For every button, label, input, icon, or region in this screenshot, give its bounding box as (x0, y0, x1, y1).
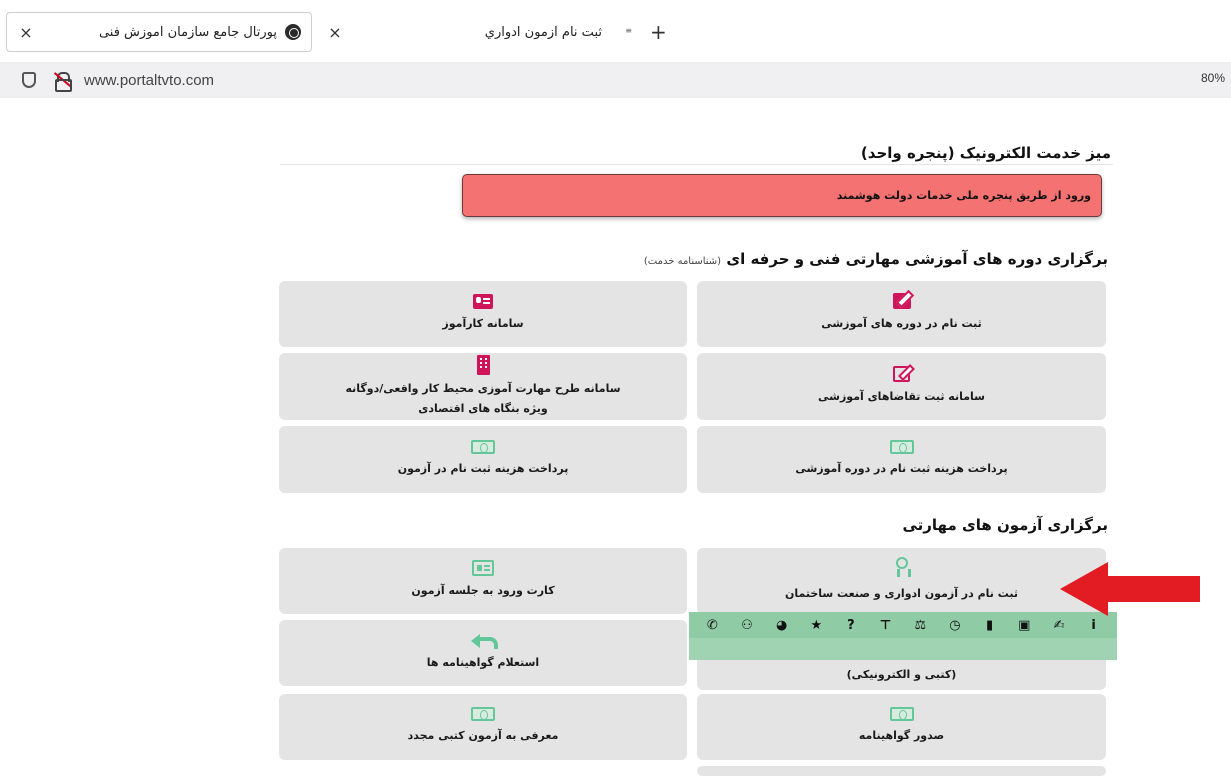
card-label: صدور گواهینامه (858, 729, 945, 742)
section-title-training: برگزاری دوره های آموزشی مهارتی فنی و حرف… (644, 250, 1108, 268)
browser-tab-bar: پورتال جامع سازمان آموزش فنی × ≡ ثبت نام… (0, 0, 1231, 58)
card-certificate-issuance[interactable]: صدور گواهینامه (697, 694, 1106, 760)
tab-title: پورتال جامع سازمان آموزش فنی (98, 24, 277, 40)
card-label: سامانه ثبت تقاضاهای آموزشی (818, 389, 985, 403)
gov-login-button[interactable]: ورود از طریق پنجره ملی خدمات دولت هوشمند (462, 174, 1102, 217)
card-trainee-system[interactable]: سامانه کارآموز (279, 281, 687, 347)
balance-scale-icon[interactable]: ⚖ (909, 614, 931, 636)
zoom-level[interactable]: 80% (1201, 71, 1225, 85)
card-label: سامانه طرح مهارت آموزی محیط کار واقعی/دو… (345, 381, 621, 395)
card-periodic-exam-registration[interactable]: ثبت نام در آزمون ادواری و صنعت ساختمان (697, 548, 1106, 614)
reply-all-icon (471, 632, 498, 649)
service-toolbar: ✆ ⚇ ◕ ★ ? ⊤ ⚖ ◷ ▮ ▣ ✍ i (689, 612, 1117, 660)
id-card-outline-icon (472, 560, 494, 576)
section-title-exams: برگزاری آزمون های مهارتی (902, 516, 1108, 534)
money-icon (471, 439, 495, 454)
annotation-arrow-icon (1060, 562, 1200, 616)
edit-outline-icon (893, 365, 910, 382)
card-label: (کتبی و الکترونیکی) (846, 668, 957, 681)
building-icon (476, 354, 490, 375)
section-title-text: برگزاری دوره های آموزشی مهارتی فنی و حرف… (726, 250, 1108, 268)
card-course-payment[interactable]: پرداخت هزینه ثبت نام در دوره آموزشی (697, 426, 1106, 493)
card-exam-payment[interactable]: پرداخت هزینه ثبت نام در آزمون (279, 426, 687, 493)
close-tab-icon[interactable]: × (17, 23, 35, 42)
shield-icon[interactable] (22, 72, 36, 88)
card-partial (697, 766, 1106, 776)
url-field[interactable]: www.portaltvto.com (84, 72, 214, 89)
edit-icon (892, 293, 911, 309)
users-icon[interactable]: ⚇ (736, 614, 758, 636)
close-tab-icon[interactable]: × (326, 23, 344, 42)
card-label: ثبت نام در دوره های آموزشی (821, 317, 982, 330)
card-label: کارت ورود به جلسه آزمون (411, 584, 555, 597)
card-label: سامانه کارآموز (442, 316, 524, 330)
service-id-link[interactable]: (شناسنامه خدمت) (644, 256, 721, 267)
new-tab-button[interactable]: + (650, 20, 667, 44)
money-bill-icon[interactable]: ▣ (1013, 614, 1035, 636)
sitemap-icon[interactable]: ⊤ (875, 614, 897, 636)
service-toolbar-icons: ✆ ⚇ ◕ ★ ? ⊤ ⚖ ◷ ▮ ▣ ✍ i (689, 612, 1117, 638)
card-course-registration[interactable]: ثبت نام در دوره های آموزشی (697, 281, 1106, 347)
pie-chart-icon[interactable]: ◕ (771, 614, 793, 636)
tab-exam-registration[interactable]: ≡ ثبت نام آزمون ادواري × (316, 12, 642, 52)
id-card-icon (473, 293, 493, 309)
site-logo-icon (285, 24, 301, 40)
handshake-icon[interactable]: ✍ (1048, 614, 1070, 636)
tab-portal[interactable]: پورتال جامع سازمان آموزش فنی × (6, 12, 312, 52)
card-dual-training[interactable]: سامانه طرح مهارت آموزی محیط کار واقعی/دو… (279, 353, 687, 420)
money-icon (889, 707, 914, 721)
info-icon[interactable]: i (1083, 614, 1105, 636)
card-written-exam-retake[interactable]: معرفی به آزمون کتبی مجدد (279, 694, 687, 760)
phone-icon[interactable]: ✆ (701, 614, 723, 636)
money-icon (471, 707, 495, 721)
question-icon[interactable]: ? (840, 614, 862, 636)
award-icon (895, 557, 911, 579)
card-certificate-inquiry[interactable]: استعلام گواهینامه ها (279, 620, 687, 686)
card-label: معرفی به آزمون کتبی مجدد (407, 729, 559, 742)
card-label: پرداخت هزینه ثبت نام در آزمون (397, 461, 569, 475)
card-label: پرداخت هزینه ثبت نام در دوره آموزشی (795, 461, 1008, 475)
card-training-requests[interactable]: سامانه ثبت تقاضاهای آموزشی (697, 353, 1106, 420)
page-title: میز خدمت الکترونیک (پنجره واحد) (860, 144, 1111, 162)
address-bar: www.portaltvto.com 80% (0, 62, 1231, 98)
card-label: استعلام گواهینامه ها (426, 656, 540, 669)
card-label-line2: ویژه بنگاه های اقتصادی (418, 401, 548, 415)
divider (280, 164, 1113, 165)
site-favicon-icon: ≡ (625, 26, 632, 35)
insecure-lock-icon[interactable] (53, 72, 73, 92)
money-icon (889, 439, 914, 454)
clock-icon[interactable]: ◷ (944, 614, 966, 636)
page-content: میز خدمت الکترونیک (پنجره واحد) ورود از … (0, 98, 1231, 776)
card-label: ثبت نام در آزمون ادواری و صنعت ساختمان (784, 587, 1019, 600)
star-icon[interactable]: ★ (805, 614, 827, 636)
file-icon[interactable]: ▮ (979, 614, 1001, 636)
tab-title: ثبت نام آزمون ادواري (484, 24, 602, 40)
card-exam-entry-card[interactable]: کارت ورود به جلسه آزمون (279, 548, 687, 614)
